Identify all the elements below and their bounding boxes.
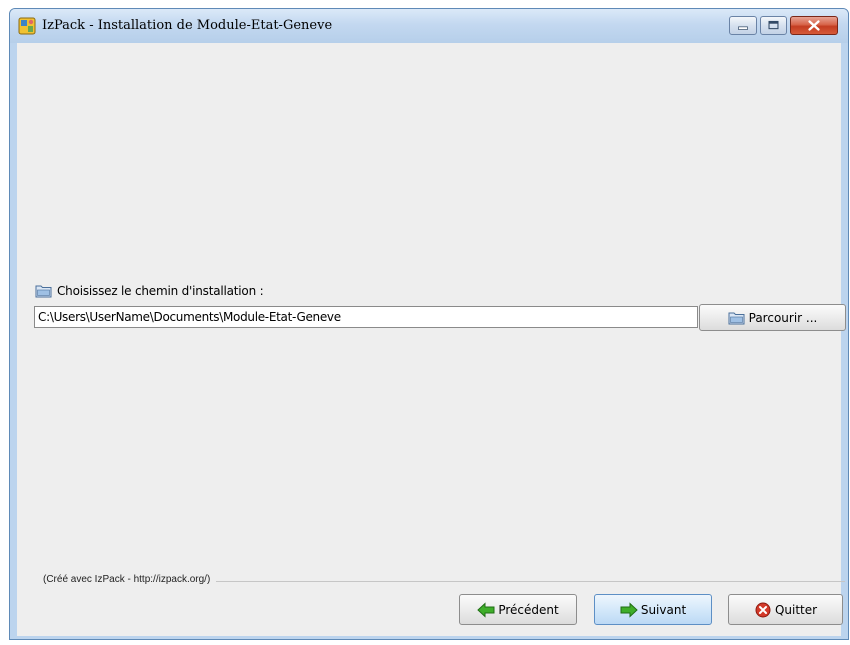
quit-button[interactable]: Quitter <box>728 594 843 625</box>
arrow-left-icon <box>477 601 495 618</box>
browse-button[interactable]: Parcourir ... <box>699 304 846 331</box>
quit-label: Quitter <box>774 602 818 617</box>
close-icon <box>808 20 820 31</box>
folder-icon <box>35 283 53 299</box>
previous-button[interactable]: Précédent <box>459 594 577 625</box>
install-path-label: Choisissez le chemin d'installation : <box>57 283 264 298</box>
close-window-button[interactable] <box>790 16 838 35</box>
installer-panel: Choisissez le chemin d'installation : Pa… <box>17 43 846 636</box>
credit-row: (Créé avec IzPack - http://izpack.org/) <box>43 574 845 588</box>
next-label: Suivant <box>640 602 687 617</box>
maximize-button[interactable] <box>760 16 787 35</box>
title-bar[interactable]: IzPack - Installation de Module-Etat-Gen… <box>10 9 848 43</box>
arrow-right-icon <box>620 601 638 618</box>
next-button[interactable]: Suivant <box>594 594 712 625</box>
install-path-input[interactable] <box>34 306 698 328</box>
folder-icon <box>728 310 746 326</box>
previous-label: Précédent <box>498 602 559 617</box>
izpack-credit: (Créé avec IzPack - http://izpack.org/) <box>43 574 217 585</box>
installer-window: IzPack - Installation de Module-Etat-Gen… <box>9 8 849 640</box>
maximize-icon <box>768 20 779 30</box>
minimize-icon <box>738 26 748 30</box>
close-circle-icon <box>754 602 772 618</box>
browse-label: Parcourir ... <box>748 310 818 325</box>
minimize-button[interactable] <box>729 16 757 35</box>
window-title: IzPack - Installation de Module-Etat-Gen… <box>42 18 333 33</box>
izpack-app-icon <box>18 17 36 35</box>
path-label-row: Choisissez le chemin d'installation : <box>35 280 264 299</box>
